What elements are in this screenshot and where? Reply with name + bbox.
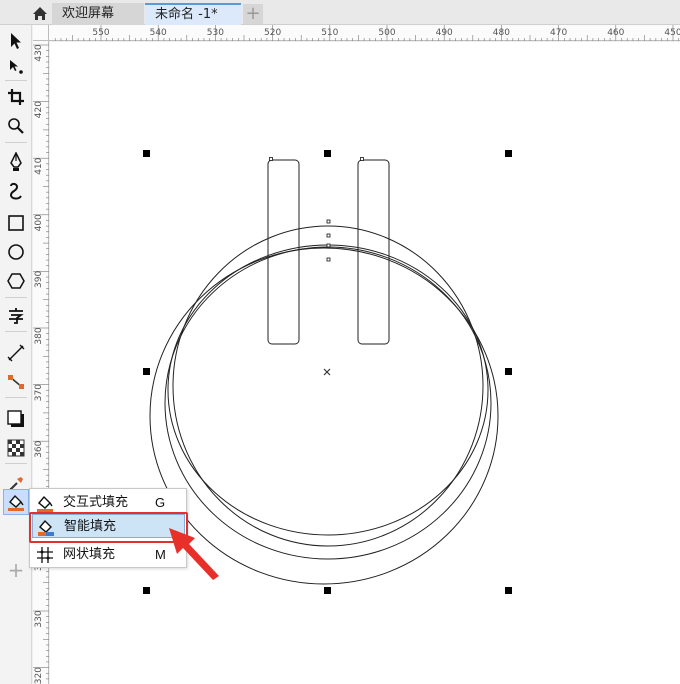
parallel-dimension-icon[interactable]: [3, 340, 29, 366]
mesh-fill-icon: [36, 546, 54, 564]
ellipse-inner: [172, 225, 484, 547]
ruler-label: 420: [34, 101, 44, 118]
shape-tool-icon[interactable]: [3, 54, 29, 80]
home-icon[interactable]: [29, 3, 51, 23]
rounded-rect-left: [267, 159, 300, 345]
ruler-label: 510: [321, 28, 338, 38]
ruler-label: 380: [34, 327, 44, 344]
toolbox-divider: [5, 142, 27, 143]
toolbox-divider: [5, 397, 27, 398]
pick-tool-icon[interactable]: [3, 28, 29, 54]
ruler-label: 550: [92, 28, 109, 38]
horizontal-ruler[interactable]: 550 540 530 520 510 500 490 480 470 460 450: [33, 25, 680, 41]
ruler-label: 470: [550, 28, 567, 38]
rectangle-tool-icon[interactable]: [3, 210, 29, 236]
ellipse-tool-icon[interactable]: [3, 239, 29, 265]
drop-shadow-icon[interactable]: [3, 406, 29, 432]
vertical-ruler-ticks: 430420410400390380370360350340330320: [33, 44, 49, 684]
document-tab-bar: 欢迎屏幕 未命名 -1* +: [0, 0, 680, 25]
add-tab-button[interactable]: +: [243, 4, 263, 24]
ruler-label: 410: [34, 157, 44, 174]
text-tool-icon[interactable]: [3, 303, 29, 329]
ruler-origin-corner[interactable]: [33, 25, 49, 41]
ruler-label: 530: [207, 28, 224, 38]
toolbox-divider: [5, 80, 27, 81]
toolbox-divider: [5, 331, 27, 332]
ruler-label: 370: [34, 384, 44, 401]
ruler-label: 390: [34, 271, 44, 288]
ruler-label: 400: [34, 214, 44, 231]
center-mark: [323, 368, 331, 376]
ruler-label: 320: [34, 667, 44, 684]
ruler-label: 450: [664, 28, 680, 38]
ruler-label: 460: [607, 28, 624, 38]
menu-item-shortcut: G: [155, 495, 166, 510]
ruler-label: 490: [436, 28, 453, 38]
toolbox-divider: [5, 297, 27, 298]
artistic-media-icon[interactable]: [3, 179, 29, 205]
pen-tool-icon[interactable]: [3, 149, 29, 175]
drawing-canvas[interactable]: [50, 42, 680, 684]
menu-item-label: 交互式填充: [63, 495, 129, 510]
ruler-label: 430: [34, 44, 44, 61]
vertical-ruler[interactable]: 430420410400390380370360350340330320: [33, 41, 49, 684]
connector-tool-icon[interactable]: [3, 369, 29, 395]
ellipse-middle-1: [164, 246, 492, 560]
ruler-label: 330: [34, 610, 44, 627]
drawing-objects: [143, 150, 512, 594]
ellipse-middle-2: [167, 244, 489, 536]
ruler-label: 520: [264, 28, 281, 38]
ruler-label: 480: [493, 28, 510, 38]
ruler-label: 360: [34, 440, 44, 457]
toolbox: +: [0, 25, 32, 684]
tab-welcome-screen[interactable]: 欢迎屏幕: [52, 3, 144, 25]
zoom-tool-icon[interactable]: [3, 113, 29, 139]
customize-toolbox-button[interactable]: +: [6, 560, 26, 580]
menu-item-mesh-fill[interactable]: 网状填充 M: [32, 543, 185, 567]
toolbox-divider: [5, 463, 27, 464]
transparency-icon[interactable]: [3, 435, 29, 461]
ruler-label: 540: [150, 28, 167, 38]
interactive-fill-icon: [36, 494, 54, 512]
annotation-arrow: [169, 528, 219, 580]
horizontal-ruler-ticks: 550 540 530 520 510 500 490 480 470 460 450: [54, 25, 680, 41]
tab-untitled-document[interactable]: 未命名 -1*: [145, 3, 241, 25]
interactive-fill-icon[interactable]: [3, 489, 29, 515]
polygon-tool-icon[interactable]: [3, 268, 29, 294]
crop-tool-icon[interactable]: [3, 84, 29, 110]
ruler-label: 500: [378, 28, 395, 38]
coreldraw-window: 欢迎屏幕 未命名 -1* + + 550 540 530 520 510 500…: [0, 0, 680, 684]
menu-item-label: 网状填充: [63, 547, 116, 562]
